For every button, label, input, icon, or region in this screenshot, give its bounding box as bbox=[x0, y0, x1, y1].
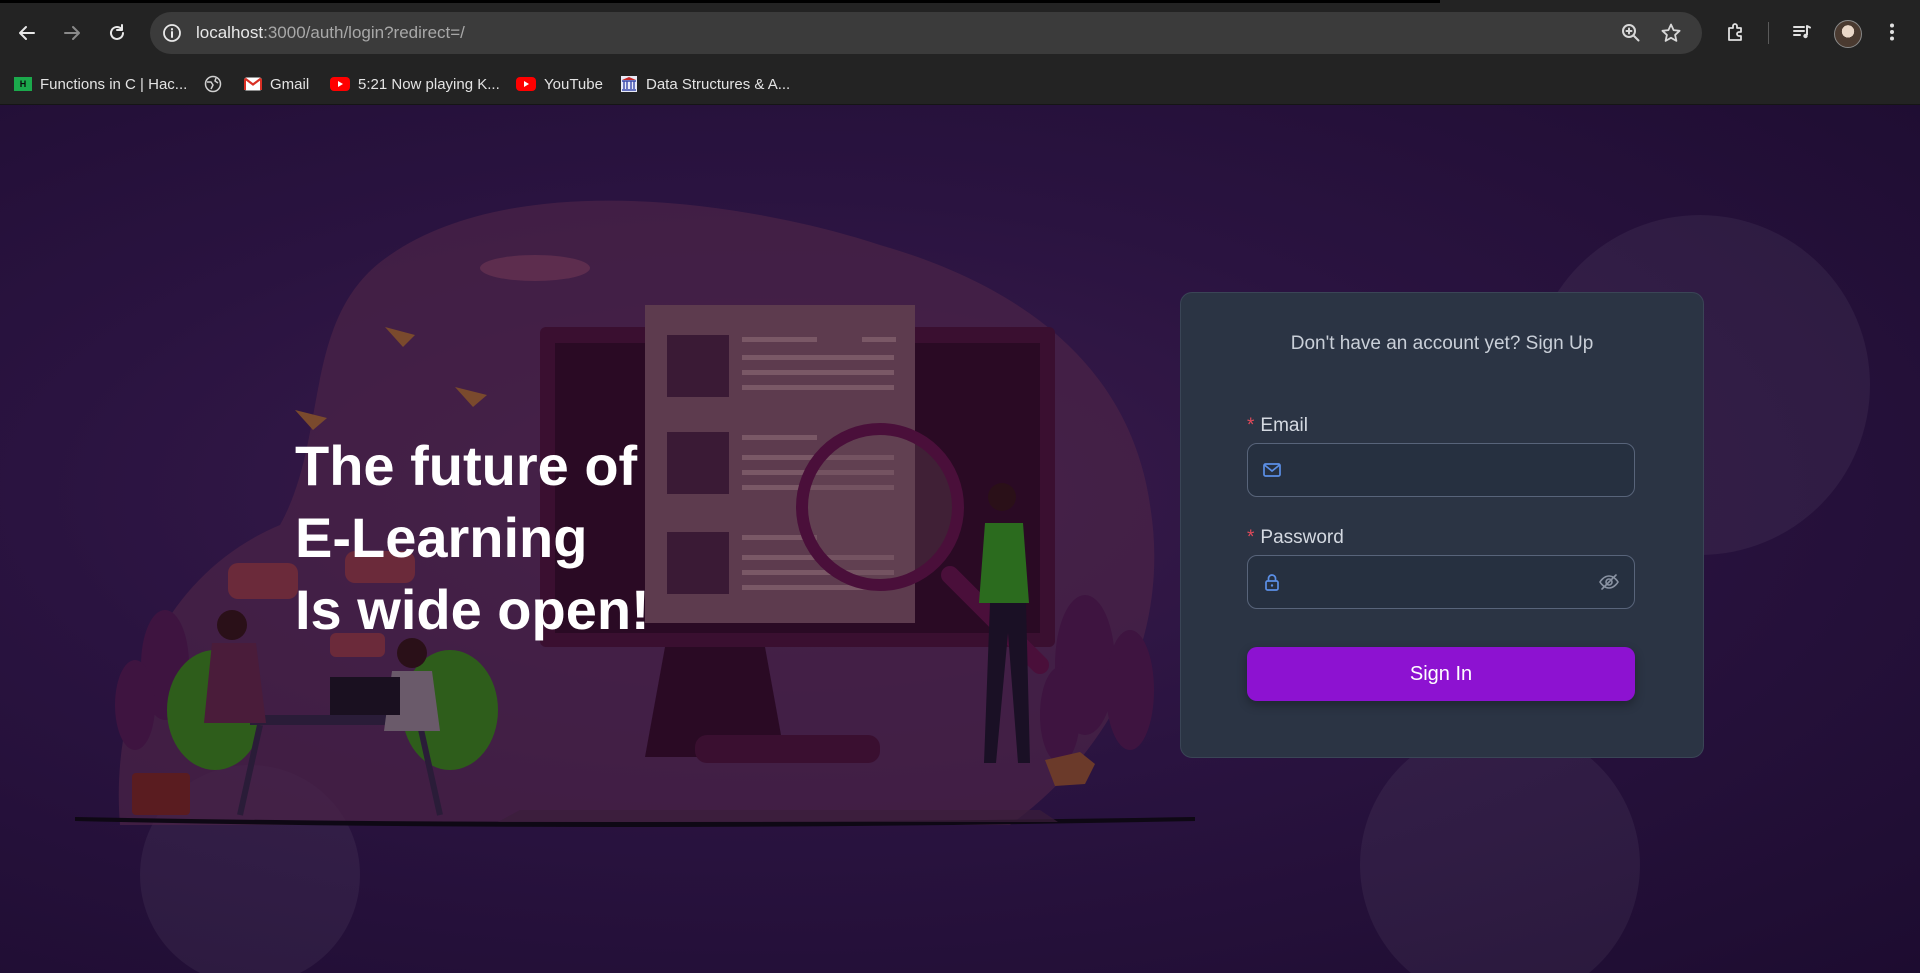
eye-off-icon[interactable] bbox=[1598, 572, 1620, 592]
globe-icon bbox=[204, 75, 222, 93]
bookmark-label: Gmail bbox=[270, 75, 310, 93]
password-field[interactable] bbox=[1247, 555, 1635, 609]
bookmark-label: Data Structures & A... bbox=[646, 75, 791, 93]
youtube-icon bbox=[330, 77, 350, 91]
reload-button[interactable] bbox=[102, 18, 132, 48]
zoom-icon[interactable] bbox=[1620, 22, 1642, 44]
bookmark-star-icon[interactable] bbox=[1660, 22, 1682, 44]
hero-line-1: The future of bbox=[295, 434, 638, 497]
resume-photos bbox=[667, 335, 729, 594]
media-control-button[interactable] bbox=[1788, 18, 1816, 46]
back-button[interactable] bbox=[12, 18, 42, 48]
bookmark-youtube[interactable]: YouTube bbox=[516, 74, 603, 94]
email-label: * Email bbox=[1247, 415, 1308, 437]
bookmark-label: Functions in C | Hac... bbox=[40, 75, 188, 93]
arrow-right-icon bbox=[64, 26, 80, 40]
login-page: The future of E-Learning Is wide open! D… bbox=[0, 105, 1920, 973]
profile-avatar[interactable] bbox=[1834, 20, 1862, 48]
hackerrank-icon: H bbox=[14, 77, 32, 91]
signup-link[interactable]: Don't have an account yet? Sign Up bbox=[1181, 333, 1703, 355]
site-info-icon[interactable] bbox=[162, 23, 182, 43]
bookmark-data-structures[interactable]: Data Structures & A... bbox=[620, 74, 790, 94]
puzzle-icon bbox=[1728, 23, 1742, 41]
address-bar[interactable]: localhost:3000/auth/login?redirect=/ bbox=[150, 12, 1702, 54]
password-label-text: Password bbox=[1260, 527, 1344, 548]
browser-menu-button[interactable] bbox=[1878, 18, 1906, 46]
monitor-base bbox=[695, 735, 880, 763]
university-icon bbox=[621, 76, 637, 92]
forward-button[interactable] bbox=[57, 18, 87, 48]
email-field[interactable] bbox=[1247, 443, 1635, 497]
hero-heading: The future of E-Learning Is wide open! bbox=[295, 430, 650, 646]
hero-line-3: Is wide open! bbox=[295, 578, 650, 641]
browser-toolbar: localhost:3000/auth/login?redirect=/ bbox=[0, 0, 1920, 64]
bookmark-globe[interactable] bbox=[204, 74, 222, 94]
tab-strip-edge bbox=[0, 0, 1440, 3]
bookmark-now-playing[interactable]: 5:21 Now playing K... bbox=[330, 74, 500, 94]
cloud bbox=[480, 255, 590, 281]
url-text[interactable]: localhost:3000/auth/login?redirect=/ bbox=[196, 23, 465, 43]
floor-shadow bbox=[498, 810, 1058, 822]
extensions-button[interactable] bbox=[1722, 18, 1750, 46]
bookmark-label: 5:21 Now playing K... bbox=[358, 75, 500, 93]
bookmark-hackerrank[interactable]: H Functions in C | Hac... bbox=[14, 74, 187, 94]
sign-in-button[interactable]: Sign In bbox=[1247, 647, 1635, 701]
required-mark: * bbox=[1247, 415, 1255, 436]
reload-icon bbox=[110, 24, 124, 40]
arrow-left-icon bbox=[19, 26, 35, 40]
url-path: :3000/auth/login?redirect=/ bbox=[263, 23, 465, 42]
login-card: Don't have an account yet? Sign Up * Emai… bbox=[1180, 292, 1704, 758]
email-label-text: Email bbox=[1260, 415, 1308, 436]
bookmark-label: YouTube bbox=[544, 75, 603, 93]
mail-icon bbox=[1263, 463, 1281, 477]
hero-line-2: E-Learning bbox=[295, 506, 588, 569]
bookmarks-bar: H Functions in C | Hac... Gmail 5:21 Now… bbox=[0, 64, 1920, 105]
playlist-music-icon bbox=[1793, 25, 1811, 39]
password-label: * Password bbox=[1247, 527, 1344, 549]
bookmark-gmail[interactable]: Gmail bbox=[244, 74, 309, 94]
lock-icon bbox=[1265, 574, 1279, 591]
youtube-icon bbox=[516, 77, 536, 91]
briefcase bbox=[132, 773, 190, 815]
url-host: localhost bbox=[196, 23, 264, 42]
gmail-icon bbox=[244, 77, 262, 91]
required-mark: * bbox=[1247, 527, 1255, 548]
toolbar-separator bbox=[1768, 22, 1769, 44]
magnifier bbox=[796, 423, 964, 591]
kebab-menu-icon bbox=[1890, 23, 1894, 41]
